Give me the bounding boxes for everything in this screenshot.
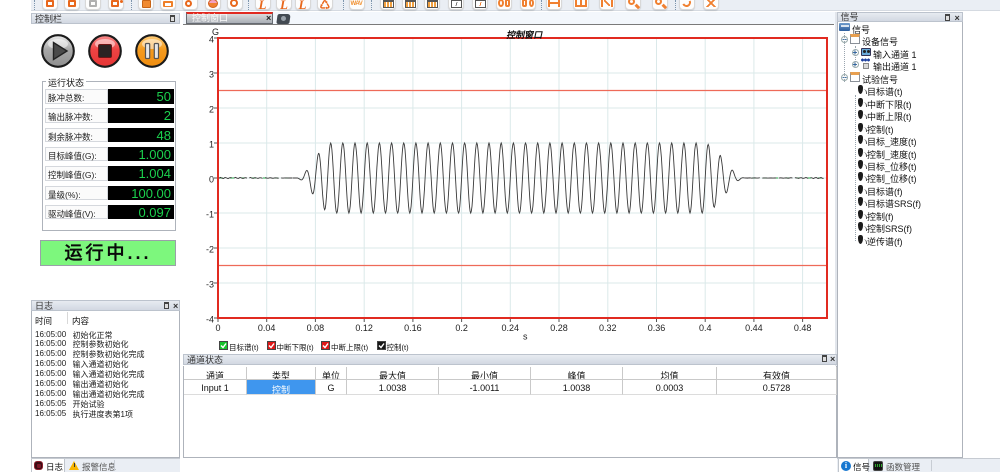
svg-text:0.44: 0.44 — [745, 323, 763, 333]
svg-text:-2: -2 — [206, 245, 214, 255]
svg-text:2: 2 — [209, 105, 214, 115]
svg-text:-4: -4 — [206, 315, 214, 325]
svg-text:3: 3 — [209, 70, 214, 80]
svg-text:-1: -1 — [206, 210, 214, 220]
svg-text:G: G — [212, 27, 219, 37]
svg-text:0.48: 0.48 — [794, 323, 812, 333]
svg-text:0.08: 0.08 — [307, 323, 325, 333]
svg-text:-3: -3 — [206, 280, 214, 290]
svg-text:1: 1 — [209, 140, 214, 150]
svg-text:0.04: 0.04 — [258, 323, 276, 333]
svg-text:0.24: 0.24 — [502, 323, 520, 333]
svg-text:0.16: 0.16 — [404, 323, 422, 333]
svg-text:s: s — [523, 332, 528, 342]
svg-text:0.36: 0.36 — [648, 323, 666, 333]
svg-text:0.28: 0.28 — [550, 323, 568, 333]
svg-text:0: 0 — [209, 175, 214, 185]
svg-text:0.32: 0.32 — [599, 323, 617, 333]
svg-text:0: 0 — [215, 323, 220, 333]
svg-text:0.12: 0.12 — [355, 323, 373, 333]
svg-text:0.4: 0.4 — [699, 323, 712, 333]
svg-text:0.2: 0.2 — [455, 323, 468, 333]
